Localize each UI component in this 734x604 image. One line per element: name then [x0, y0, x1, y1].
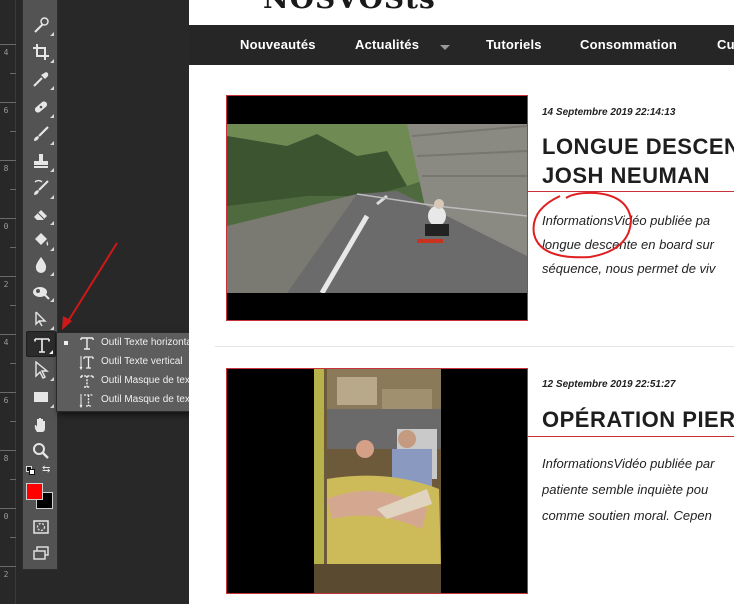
- horizontal-type-icon: [80, 337, 94, 350]
- default-colors-icon[interactable]: [26, 466, 36, 476]
- web-page: NOSVOSts Nouveautés Actualités Tutoriels…: [189, 0, 734, 604]
- quick-selection-icon: [34, 17, 49, 33]
- eraser-icon: [34, 210, 47, 220]
- rectangle-tool[interactable]: [26, 384, 56, 410]
- article-thumbnail[interactable]: [226, 95, 528, 321]
- ruler-label: 6: [3, 106, 9, 115]
- red-arrow-head: [62, 316, 72, 330]
- type-tool[interactable]: [26, 331, 56, 357]
- article-excerpt-line: comme soutien moral. Cepen: [542, 508, 712, 523]
- nav-item-nouveautes[interactable]: Nouveautés: [240, 37, 316, 52]
- crop-tool[interactable]: [26, 39, 56, 65]
- menu-item-label: Outil Texte horizontal: [101, 337, 195, 348]
- crop-icon: [33, 44, 49, 60]
- eyedropper-icon: [33, 72, 49, 87]
- hand-icon: [34, 418, 45, 432]
- selected-bullet: [64, 341, 68, 345]
- title-underline: [528, 436, 734, 437]
- nav-item-cu[interactable]: Cu: [717, 37, 734, 52]
- red-arrow-annotation: [66, 242, 118, 324]
- quick-mask-icon: [33, 520, 49, 534]
- article-thumbnail[interactable]: [226, 368, 528, 594]
- site-logo[interactable]: NOSVOSts: [263, 0, 436, 15]
- path-selection-icon: [35, 361, 49, 379]
- eraser-tool[interactable]: [26, 201, 56, 227]
- blur-icon: [35, 257, 47, 273]
- ruler-label: 8: [3, 454, 9, 463]
- path-selection-tool[interactable]: [26, 357, 56, 383]
- article-separator: [215, 346, 734, 347]
- vertical-ruler[interactable]: 4 6 8 0 2 4 6 8 0 2: [0, 0, 16, 604]
- screen-mode-button[interactable]: [26, 540, 56, 566]
- main-nav-bar: Nouveautés Actualités Tutoriels Consomma…: [189, 25, 734, 65]
- vertical-type-icon: [79, 356, 94, 370]
- operation-video-image: [227, 369, 527, 593]
- ruler-label: 6: [3, 396, 9, 405]
- blur-tool[interactable]: [26, 252, 56, 278]
- paint-bucket-tool[interactable]: [26, 227, 56, 253]
- ruler-label: 2: [3, 280, 9, 289]
- eyedropper-tool[interactable]: [26, 66, 56, 92]
- ruler-label: 2: [3, 570, 9, 579]
- rectangle-icon: [34, 392, 48, 402]
- brush-icon: [34, 126, 49, 141]
- ruler-label: 8: [3, 164, 9, 173]
- spot-healing-tool[interactable]: [26, 94, 56, 120]
- article-excerpt-line: InformationsVidéo publiée pa: [542, 213, 711, 228]
- foreground-color-swatch[interactable]: [26, 483, 43, 500]
- dodge-icon: [33, 287, 50, 300]
- spot-healing-icon: [34, 101, 48, 113]
- nav-item-tutoriels[interactable]: Tutoriels: [486, 37, 542, 52]
- history-brush-tool[interactable]: [26, 175, 56, 201]
- history-brush-icon: [34, 179, 49, 195]
- ruler-label: 4: [3, 48, 9, 57]
- pen-icon: [35, 311, 47, 327]
- dodge-tool[interactable]: [26, 278, 56, 304]
- article-title-line[interactable]: OPÉRATION PIER: [542, 406, 734, 433]
- quick-selection-tool[interactable]: [26, 12, 56, 38]
- path-tool[interactable]: [26, 306, 56, 332]
- tools-panel: ⇆: [22, 0, 58, 570]
- horizontal-type-mask-icon: [80, 375, 94, 388]
- article-title-line[interactable]: LONGUE DESCEN: [542, 133, 734, 160]
- article-excerpt-line: longue descente en board sur: [542, 237, 715, 252]
- quick-mask-button[interactable]: [26, 514, 56, 540]
- paint-bucket-icon: [35, 233, 49, 246]
- clone-stamp-icon: [34, 154, 48, 168]
- ruler-label: 0: [3, 222, 9, 231]
- nav-item-consommation[interactable]: Consommation: [580, 37, 677, 52]
- swap-colors-icon[interactable]: ⇆: [42, 464, 54, 476]
- clone-stamp-tool[interactable]: [26, 148, 56, 174]
- zoom-tool[interactable]: [26, 438, 56, 464]
- vertical-type-mask-icon: [79, 394, 93, 408]
- article-title-line[interactable]: JOSH NEUMAN: [542, 162, 710, 189]
- screen-mode-icon: [33, 546, 49, 560]
- article-excerpt-line: patiente semble inquiète pou: [542, 482, 709, 497]
- longboard-video-image: [227, 96, 527, 320]
- article-excerpt-line: séquence, nous permet de viv: [542, 261, 716, 276]
- zoom-icon: [33, 443, 49, 459]
- chevron-down-icon[interactable]: [440, 45, 450, 50]
- ruler-label: 4: [3, 338, 9, 347]
- hand-tool[interactable]: [26, 412, 56, 438]
- article-excerpt-line: InformationsVidéo publiée par: [542, 456, 715, 471]
- menu-item-label: Outil Texte vertical: [101, 356, 183, 367]
- brush-tool[interactable]: [26, 121, 56, 147]
- article-date: 12 Septembre 2019 22:51:27: [542, 379, 676, 390]
- nav-item-actualites[interactable]: Actualités: [355, 37, 419, 52]
- article-date: 14 Septembre 2019 22:14:13: [542, 107, 676, 118]
- ruler-label: 0: [3, 512, 9, 521]
- title-underline: [528, 191, 734, 192]
